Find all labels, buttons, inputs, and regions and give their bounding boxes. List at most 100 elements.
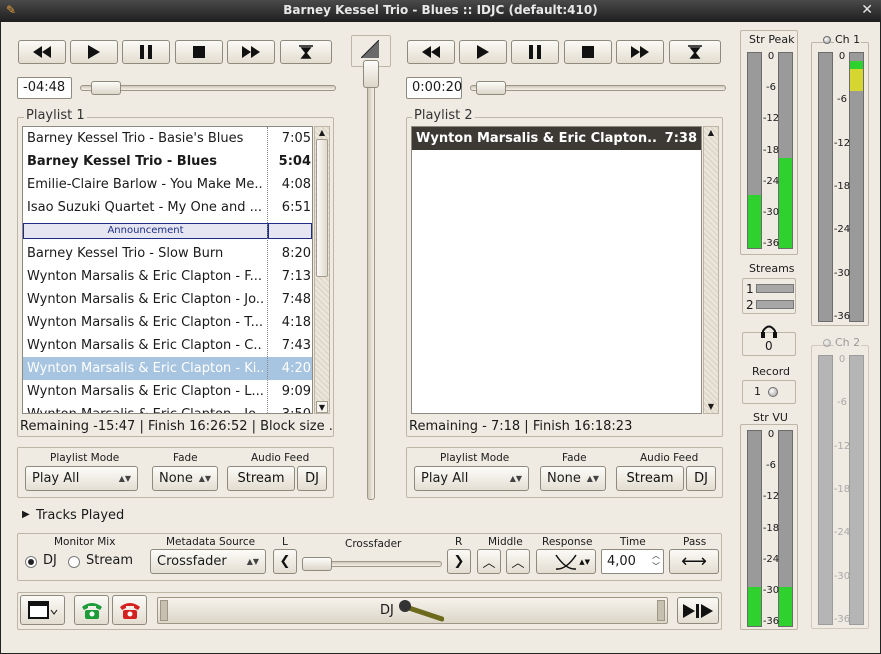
ch1-led-icon (823, 36, 831, 44)
pass-button[interactable]: ⟷ (669, 549, 719, 574)
scroll-thumb-1[interactable] (316, 139, 328, 277)
fast-forward-button-2[interactable] (616, 40, 664, 64)
volume-knob[interactable] (363, 60, 379, 88)
table-row[interactable]: Wynton Marsalis & Eric Clapton - Jo... 7:… (23, 288, 312, 311)
close-icon[interactable]: ✕ (861, 0, 873, 21)
track-title: Wynton Marsalis & Eric Clapton - Jo... (27, 292, 263, 307)
response-combo[interactable]: ▲▼ (536, 549, 596, 574)
playlist-mode-combo-2[interactable]: Play All ▲▼ (414, 466, 529, 491)
ch2-scale: 0 -6 -12 -18 -24 -30 -36 (827, 354, 857, 625)
red-phone-icon (119, 603, 140, 619)
rewind-button-1[interactable] (18, 40, 66, 64)
window-menu-button[interactable] (20, 595, 65, 625)
table-row[interactable]: Isao Suzuki Quartet - My One and ... 6:51 (23, 196, 312, 219)
green-phone-icon (81, 603, 102, 619)
stream-feed-button-1[interactable]: Stream (227, 466, 295, 491)
track-duration: 6:51 (281, 200, 311, 215)
playlist-scrollbar-1[interactable]: ▲ ▼ (314, 126, 330, 414)
track-title: Wynton Marsalis & Eric Clapton - C... (27, 338, 263, 353)
play-next-icon (683, 603, 713, 618)
table-row[interactable]: Wynton Marsalis & Eric Clapton - F... 7:1… (23, 265, 312, 288)
dj-feed-button-2[interactable]: DJ (686, 466, 716, 491)
monitor-stream-radio[interactable] (68, 556, 80, 568)
scroll-up-icon[interactable]: ▲ (705, 127, 717, 139)
fade-combo-2[interactable]: None ▲▼ (540, 466, 606, 491)
track-duration: 7:48 (281, 292, 311, 307)
track-title: Wynton Marsalis & Eric Clapton - L... (27, 384, 263, 399)
phone-redphone-button[interactable] (112, 595, 147, 625)
announcement-row[interactable]: Announcement (23, 223, 312, 239)
seek-knob-1[interactable] (91, 81, 121, 95)
meter-tick-label: -30 (833, 267, 851, 279)
audio-feed-label-2: Audio Feed (640, 452, 699, 464)
play-button-2[interactable] (459, 40, 507, 64)
pause-button-2[interactable] (511, 40, 559, 64)
crossfader-label: Crossfader (345, 538, 402, 550)
phone-greenphone-button[interactable] (74, 595, 109, 625)
crossfader-left-label: L (282, 536, 288, 548)
playlist-list-2[interactable]: Wynton Marsalis & Eric Clapton... 7:38 (411, 126, 702, 414)
playlist-mode-value-2: Play All (421, 471, 469, 486)
record-number: 1 (754, 385, 761, 398)
crossfade-left-button[interactable]: ❮ (273, 549, 297, 574)
table-row[interactable]: Wynton Marsalis & Eric Clapton - Ki... 4:… (23, 357, 312, 380)
scroll-up-icon[interactable]: ▲ (316, 127, 328, 139)
expander-arrow-icon[interactable]: ▶ (22, 509, 30, 520)
pause-button-1[interactable] (122, 40, 170, 64)
advance-button[interactable] (677, 597, 719, 624)
combo-arrows-icon: ▲▼ (586, 474, 599, 483)
meter-tick-label: -24 (833, 224, 851, 236)
table-row[interactable]: Wynton Marsalis & Eric Clapton - Jo... 3:… (23, 403, 312, 413)
stream-eject-button-1[interactable] (280, 40, 332, 64)
fast-forward-button-1[interactable] (227, 40, 275, 64)
ch2-label: Ch 2 (834, 336, 862, 349)
chevron-up-icon: ︿ (511, 556, 525, 571)
seek-knob-2[interactable] (476, 81, 506, 95)
crossfade-right-button[interactable]: ❯ (447, 549, 471, 574)
stream-feed-button-2[interactable]: Stream (616, 466, 684, 491)
playlist-scrollbar-2[interactable]: ▲ ▼ (703, 126, 719, 414)
dj-feed-button-1[interactable]: DJ (297, 466, 327, 491)
table-row[interactable]: Wynton Marsalis & Eric Clapton - C... 7:4… (23, 334, 312, 357)
table-row[interactable]: Wynton Marsalis & Eric Clapton... 7:38 (412, 127, 701, 150)
str-vu-scale: 0 -6 -12 -18 -24 -30 -36 (756, 429, 786, 627)
table-row[interactable]: Emilie-Claire Barlow - You Make Me... 4:0… (23, 173, 312, 196)
table-row[interactable]: Barney Kessel Trio - Basie's Blues 7:05 (23, 127, 312, 150)
record-led-icon[interactable] (768, 387, 778, 397)
combo-arrows-icon: ▲▼ (118, 474, 131, 483)
crossfader-knob[interactable] (302, 557, 332, 571)
fade-combo-1[interactable]: None ▲▼ (152, 466, 218, 491)
volume-icon (361, 40, 379, 58)
playlist-mode-combo-1[interactable]: Play All ▲▼ (25, 466, 138, 491)
stop-button-2[interactable] (564, 40, 612, 64)
table-row[interactable]: Wynton Marsalis & Eric Clapton - T... 4:1… (23, 311, 312, 334)
scroll-down-icon[interactable]: ▼ (316, 401, 328, 413)
track-duration: 3:50 (271, 403, 311, 413)
rewind-button-2[interactable] (407, 40, 455, 64)
volume-slider[interactable] (367, 60, 375, 500)
stop-button-1[interactable] (175, 40, 223, 64)
tracks-played-expander[interactable]: Tracks Played (36, 508, 124, 523)
middle-up-button-2[interactable]: ︿ (506, 549, 530, 574)
app-icon: ✎ (6, 3, 17, 17)
monitor-dj-radio[interactable] (25, 556, 37, 568)
play-button-1[interactable] (70, 40, 118, 64)
seek-slider-2[interactable] (470, 85, 726, 91)
scroll-down-icon[interactable]: ▼ (705, 401, 717, 413)
fade-value-1: None (159, 471, 193, 486)
dj-mic-label: DJ (380, 603, 394, 618)
playlist-list-1[interactable]: Barney Kessel Trio - Basie's Blues 7:05 Ba… (22, 126, 313, 414)
track-title: Barney Kessel Trio - Blues (27, 154, 217, 169)
track-duration: 8:20 (281, 246, 311, 261)
track-title: Isao Suzuki Quartet - My One and ... (27, 200, 263, 215)
time-spinner[interactable]: 4,00 ︿ ﹀ (601, 549, 664, 574)
table-row[interactable]: Wynton Marsalis & Eric Clapton - L... 9:0… (23, 380, 312, 403)
stream-eject-button-2[interactable] (669, 40, 721, 64)
meter-tick-label: -24 (762, 175, 780, 187)
middle-up-button-1[interactable]: ︿ (477, 549, 501, 574)
table-row[interactable]: Barney Kessel Trio - Slow Burn 8:20 (23, 242, 312, 265)
time-display-1: -04:48 (17, 77, 72, 99)
time-label: Time (620, 536, 646, 548)
table-row[interactable]: Barney Kessel Trio - Blues 5:04 (23, 150, 312, 173)
metadata-source-combo[interactable]: Crossfader ▲▼ (150, 549, 266, 574)
